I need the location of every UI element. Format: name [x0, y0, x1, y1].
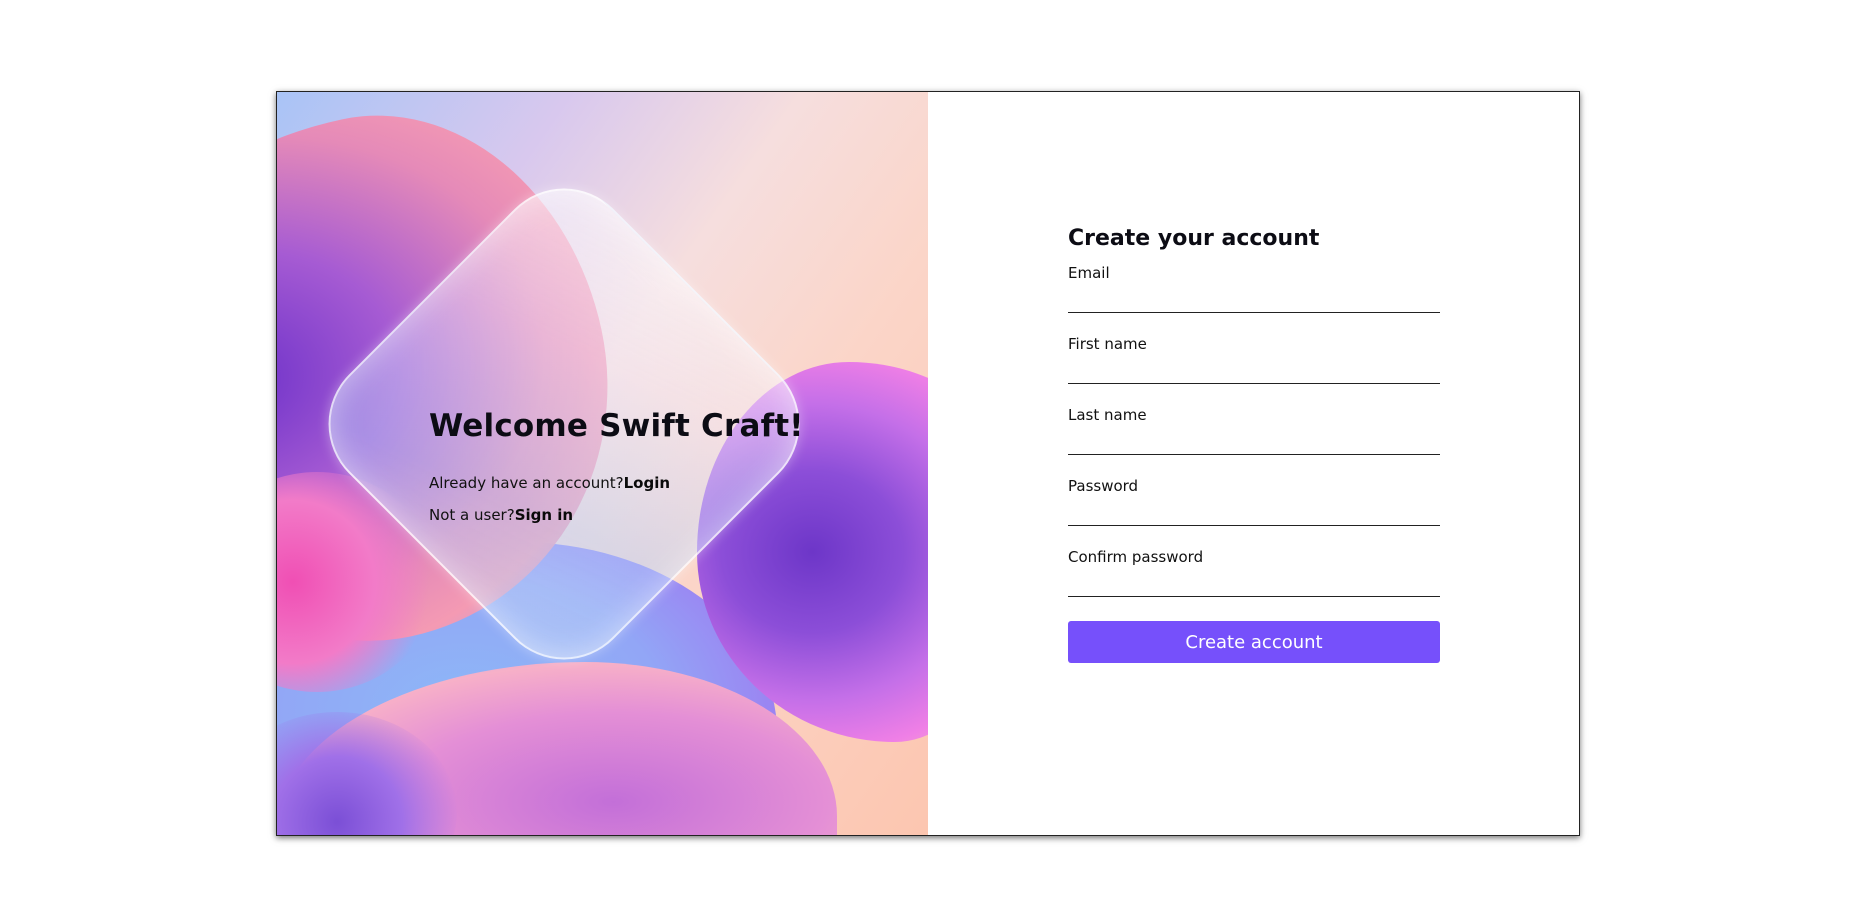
last-name-label: Last name: [1068, 406, 1147, 424]
first-name-label: First name: [1068, 335, 1147, 353]
confirm-password-label: Confirm password: [1068, 548, 1204, 566]
email-field[interactable]: [1068, 287, 1440, 313]
welcome-title: Welcome Swift Craft!: [429, 408, 804, 444]
confirm-password-field[interactable]: [1068, 571, 1440, 597]
signin-link[interactable]: Sign in: [515, 506, 573, 524]
password-field-group: Password: [1068, 476, 1440, 547]
signin-prompt-text: Not a user?: [429, 506, 515, 524]
login-link[interactable]: Login: [624, 474, 670, 492]
first-name-field-group: First name: [1068, 334, 1440, 405]
first-name-field[interactable]: [1068, 358, 1440, 384]
login-prompt-line: Already have an account?Login: [429, 472, 804, 494]
login-prompt-text: Already have an account?: [429, 474, 624, 492]
signup-card: Welcome Swift Craft! Already have an acc…: [276, 91, 1580, 836]
form-title: Create your account: [1068, 226, 1320, 251]
last-name-field-group: Last name: [1068, 405, 1440, 476]
welcome-panel: Welcome Swift Craft! Already have an acc…: [429, 408, 804, 536]
signin-prompt-line: Not a user?Sign in: [429, 504, 804, 526]
signup-form: Create your account Email First name Las…: [1068, 226, 1440, 663]
email-label: Email: [1068, 264, 1110, 282]
create-account-button[interactable]: Create account: [1068, 621, 1440, 663]
password-label: Password: [1068, 477, 1139, 495]
password-field[interactable]: [1068, 500, 1440, 526]
confirm-password-field-group: Confirm password: [1068, 547, 1440, 618]
illustration-panel: Welcome Swift Craft! Already have an acc…: [277, 92, 928, 835]
last-name-field[interactable]: [1068, 429, 1440, 455]
form-panel: Create your account Email First name Las…: [928, 92, 1579, 835]
email-field-group: Email: [1068, 263, 1440, 334]
